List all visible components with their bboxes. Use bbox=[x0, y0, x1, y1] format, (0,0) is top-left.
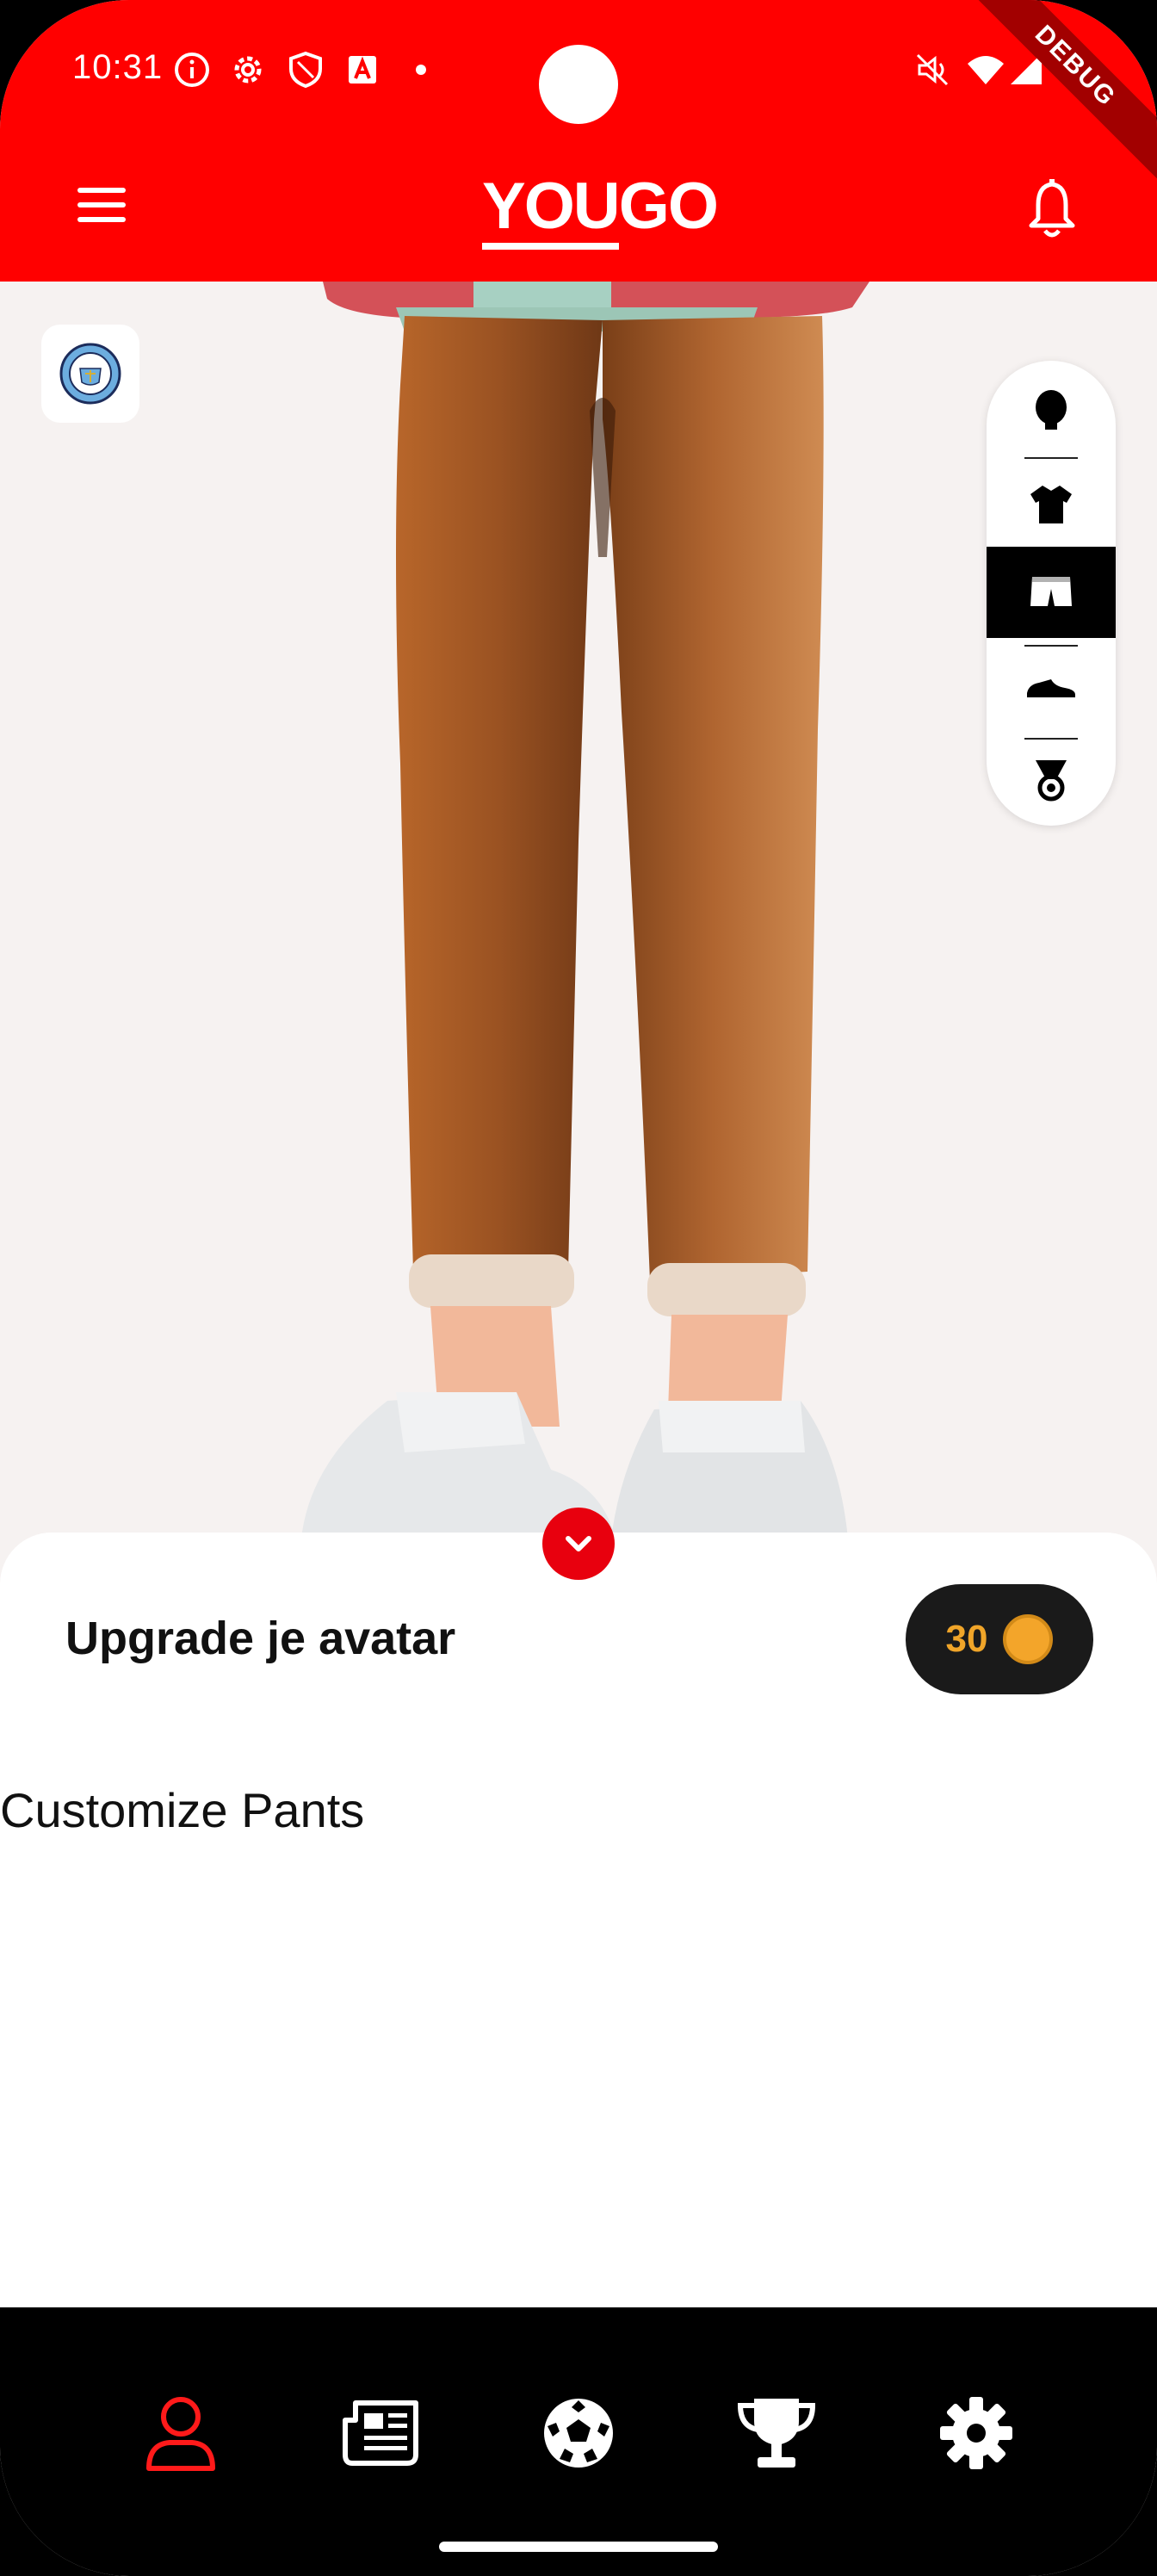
wifi-icon bbox=[968, 56, 1004, 84]
avatar-illustration bbox=[301, 282, 869, 1539]
status-bar: 10:31 bbox=[0, 34, 1157, 124]
nav-profile[interactable] bbox=[138, 2390, 224, 2476]
camera-cutout bbox=[539, 45, 618, 124]
bottom-navigation bbox=[0, 2307, 1157, 2576]
customize-heading: Customize Pants bbox=[0, 1783, 365, 1837]
coin-balance-value: 30 bbox=[945, 1618, 988, 1660]
avatar-stage bbox=[0, 282, 1157, 1539]
football-icon bbox=[544, 2399, 613, 2468]
shirt-icon bbox=[1030, 486, 1072, 523]
dot-icon bbox=[416, 65, 426, 75]
category-head[interactable] bbox=[987, 364, 1116, 455]
category-shirt[interactable] bbox=[987, 459, 1116, 550]
sheet-title: Upgrade je avatar bbox=[65, 1613, 456, 1664]
hamburger-icon bbox=[77, 188, 126, 193]
notifications-button[interactable] bbox=[1024, 179, 1080, 241]
hamburger-icon bbox=[77, 202, 126, 207]
manchester-city-badge-icon bbox=[59, 343, 121, 405]
status-time: 10:31 bbox=[72, 48, 164, 86]
shield-icon bbox=[289, 51, 322, 89]
app-header: 10:31 DEBUG YOUGO bbox=[0, 0, 1157, 282]
nav-matches[interactable] bbox=[535, 2390, 622, 2476]
category-pants[interactable] bbox=[987, 547, 1116, 638]
logo-part-1: YOU bbox=[482, 170, 621, 250]
shoe-icon bbox=[1027, 679, 1075, 697]
bell-icon bbox=[1029, 179, 1075, 238]
a-box-icon bbox=[349, 56, 376, 84]
settings-icon bbox=[940, 2397, 1012, 2469]
nav-leaderboard[interactable] bbox=[733, 2390, 820, 2476]
nav-news[interactable] bbox=[337, 2390, 424, 2476]
phone-screen: 10:31 DEBUG YOUGO Upgrade je avatar 30 C… bbox=[0, 0, 1157, 2576]
info-icon bbox=[175, 53, 209, 87]
news-icon bbox=[343, 2400, 418, 2466]
head-icon bbox=[1036, 390, 1067, 430]
chevron-down-icon bbox=[566, 1536, 591, 1551]
collapse-sheet-button[interactable] bbox=[542, 1508, 615, 1580]
gear-icon bbox=[234, 56, 262, 84]
mute-icon bbox=[916, 53, 949, 86]
coin-icon bbox=[1003, 1614, 1054, 1664]
medal-icon bbox=[1036, 760, 1067, 802]
home-indicator[interactable] bbox=[439, 2542, 718, 2552]
category-picker bbox=[987, 361, 1116, 826]
category-shoes[interactable] bbox=[987, 641, 1116, 733]
hamburger-icon bbox=[77, 217, 126, 222]
club-badge-button[interactable] bbox=[41, 325, 139, 423]
profile-icon bbox=[146, 2397, 215, 2471]
app-logo: YOUGO bbox=[482, 169, 719, 250]
category-medal[interactable] bbox=[987, 734, 1116, 826]
nav-settings[interactable] bbox=[933, 2390, 1019, 2476]
logo-part-2: GO bbox=[618, 170, 719, 243]
menu-button[interactable] bbox=[77, 188, 126, 226]
coin-balance[interactable]: 30 bbox=[906, 1584, 1093, 1694]
upgrade-sheet: Upgrade je avatar 30 Customize Pants bbox=[0, 1533, 1157, 2307]
pants-icon bbox=[1030, 577, 1072, 606]
trophy-icon bbox=[737, 2399, 816, 2468]
